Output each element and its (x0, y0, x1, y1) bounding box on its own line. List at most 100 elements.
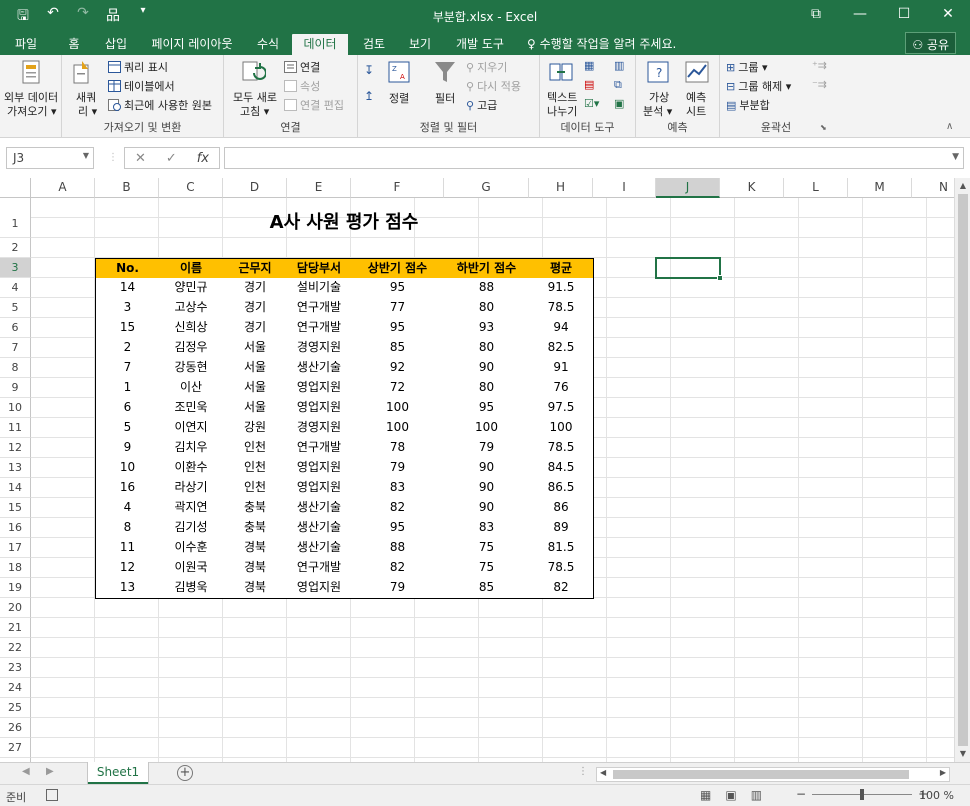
table-cell[interactable]: 영업지원 (287, 458, 352, 479)
table-cell[interactable]: 양민규 (159, 278, 224, 299)
scroll-left-icon[interactable]: ◀ (600, 768, 606, 777)
table-cell[interactable]: 80 (444, 338, 530, 359)
table-cell[interactable]: 91.5 (529, 278, 594, 299)
collapse-ribbon-icon[interactable]: ∧ (946, 121, 953, 132)
from-table-button[interactable]: 테이블에서 (108, 78, 175, 94)
normal-view-icon[interactable]: ▦ (700, 788, 711, 802)
table-cell[interactable]: 경기 (223, 278, 288, 299)
show-queries-button[interactable]: 쿼리 표시 (108, 59, 168, 75)
filter-button[interactable]: 필터 (435, 90, 455, 106)
table-header-cell[interactable]: 이름 (159, 258, 224, 279)
table-cell[interactable]: 충북 (223, 518, 288, 539)
table-cell[interactable]: 10 (95, 458, 160, 479)
table-cell[interactable]: 연구개발 (287, 558, 352, 579)
table-cell[interactable]: 서울 (223, 338, 288, 359)
row-header-22[interactable]: 22 (0, 638, 31, 658)
table-cell[interactable]: 이원국 (159, 558, 224, 579)
close-button[interactable]: ✕ (926, 0, 970, 31)
chevron-down-icon[interactable]: ▼ (83, 151, 89, 160)
row-header-1[interactable]: 1 (0, 198, 31, 238)
table-cell[interactable]: 100 (351, 418, 445, 439)
page-break-view-icon[interactable]: ▥ (751, 788, 762, 802)
table-cell[interactable]: 연구개발 (287, 438, 352, 459)
table-header-cell[interactable]: 하반기 점수 (444, 258, 530, 279)
advanced-filter-button[interactable]: ⚲ 고급 (466, 97, 497, 113)
sheet-tab-sheet1[interactable]: Sheet1 (88, 762, 148, 784)
table-cell[interactable]: 이수훈 (159, 538, 224, 559)
vertical-scrollbar[interactable]: ▲ ▼ (954, 178, 970, 762)
column-header-c[interactable]: C (159, 178, 223, 198)
table-cell[interactable]: 79 (351, 458, 445, 479)
table-cell[interactable]: 94 (529, 318, 594, 339)
table-cell[interactable]: 75 (444, 558, 530, 579)
sort-asc-icon[interactable]: ↧ (364, 63, 374, 77)
hide-detail-icon[interactable]: ⁻⇉ (812, 78, 827, 91)
table-cell[interactable]: 100 (351, 398, 445, 419)
table-cell[interactable]: 78 (351, 438, 445, 459)
table-cell[interactable]: 13 (95, 578, 160, 599)
table-cell[interactable]: 충북 (223, 498, 288, 519)
table-cell[interactable]: 79 (351, 578, 445, 599)
table-cell[interactable]: 생산기술 (287, 538, 352, 559)
table-cell[interactable]: 83 (444, 518, 530, 539)
column-header-g[interactable]: G (444, 178, 529, 198)
row-header-4[interactable]: 4 (0, 278, 31, 298)
table-cell[interactable]: 7 (95, 358, 160, 379)
relationships-icon[interactable]: ⧉ (614, 78, 622, 92)
table-cell[interactable]: 75 (444, 538, 530, 559)
macro-record-icon[interactable] (46, 789, 58, 801)
table-cell[interactable]: 인천 (223, 478, 288, 499)
table-cell[interactable]: 설비기술 (287, 278, 352, 299)
tab-scroll-right-icon[interactable]: ▶ (46, 766, 54, 777)
table-cell[interactable]: 88 (351, 538, 445, 559)
table-cell[interactable]: 16 (95, 478, 160, 499)
table-cell[interactable]: 9 (95, 438, 160, 459)
table-cell[interactable]: 79 (444, 438, 530, 459)
row-header-6[interactable]: 6 (0, 318, 31, 338)
enter-icon[interactable]: ✓ (166, 151, 177, 166)
table-cell[interactable]: 김병욱 (159, 578, 224, 599)
tab-insert[interactable]: 삽입 (98, 34, 134, 55)
table-cell[interactable]: 인천 (223, 438, 288, 459)
table-cell[interactable]: 80 (444, 378, 530, 399)
table-cell[interactable]: 14 (95, 278, 160, 299)
row-header-16[interactable]: 16 (0, 518, 31, 538)
data-validation-icon[interactable]: ☑▾ (584, 97, 599, 110)
zoom-level[interactable]: 100 % (919, 789, 954, 802)
worksheet[interactable]: ABCDEFGHIJKLMN 1 2 3 4 5 6 7 8 9 10 11 12 13 14 15 16 17… (0, 178, 970, 762)
table-cell[interactable]: 강동현 (159, 358, 224, 379)
table-cell[interactable]: 95 (351, 318, 445, 339)
zoom-slider[interactable] (812, 788, 913, 800)
manage-data-model-icon[interactable]: ▣ (614, 97, 624, 110)
table-cell[interactable]: 생산기술 (287, 358, 352, 379)
column-header-m[interactable]: M (848, 178, 912, 198)
remove-duplicates-icon[interactable]: ▤ (584, 78, 594, 91)
table-cell[interactable]: 90 (444, 458, 530, 479)
ribbon-display-icon[interactable]: ⧉ (794, 0, 838, 31)
table-cell[interactable]: 81.5 (529, 538, 594, 559)
table-cell[interactable]: 6 (95, 398, 160, 419)
table-cell[interactable]: 93 (444, 318, 530, 339)
table-cell[interactable]: 72 (351, 378, 445, 399)
scroll-right-icon[interactable]: ▶ (940, 768, 946, 777)
row-header-10[interactable]: 10 (0, 398, 31, 418)
tell-me-search[interactable]: ♀ 수행할 작업을 알려 주세요. (527, 35, 676, 52)
table-cell[interactable]: 92 (351, 358, 445, 379)
row-header-25[interactable]: 25 (0, 698, 31, 718)
sheet-title-cell[interactable]: A사 사원 평가 점수 (95, 208, 593, 234)
show-detail-icon[interactable]: ⁺⇉ (812, 59, 827, 72)
table-cell[interactable]: 고상수 (159, 298, 224, 319)
add-sheet-icon[interactable]: + (177, 765, 193, 781)
table-cell[interactable]: 경영지원 (287, 418, 352, 439)
table-cell[interactable]: 86.5 (529, 478, 594, 499)
select-all-corner[interactable] (0, 178, 31, 198)
row-header-24[interactable]: 24 (0, 678, 31, 698)
table-cell[interactable]: 1 (95, 378, 160, 399)
table-cell[interactable]: 김정우 (159, 338, 224, 359)
table-cell[interactable]: 85 (351, 338, 445, 359)
table-cell[interactable]: 영업지원 (287, 398, 352, 419)
table-cell[interactable]: 76 (529, 378, 594, 399)
row-header-7[interactable]: 7 (0, 338, 31, 358)
table-cell[interactable]: 80 (444, 298, 530, 319)
table-cell[interactable]: 83 (351, 478, 445, 499)
